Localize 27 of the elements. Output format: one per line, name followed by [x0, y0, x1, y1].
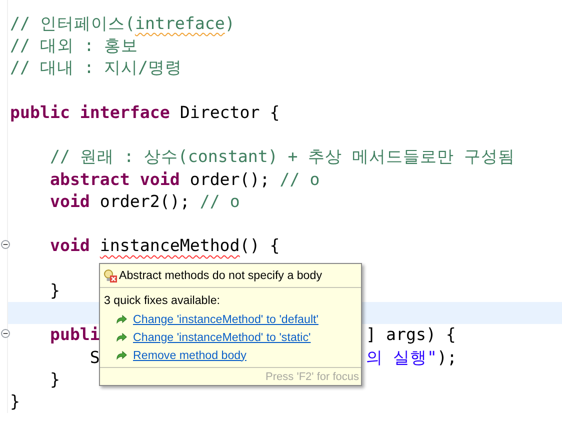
- code-line: 의 실행");: [366, 346, 457, 369]
- code-line: // 인터페이스(intreface): [10, 13, 235, 35]
- fold-toggle-icon[interactable]: [1, 329, 10, 338]
- code-line: }: [10, 390, 20, 413]
- quick-fix-link[interactable]: Remove method body: [133, 348, 246, 362]
- code-line: // 대내 : 지시/명령: [10, 57, 182, 80]
- code-line: // 대외 : 홍보: [10, 35, 138, 58]
- quick-fix-count: 3 quick fixes available:: [104, 293, 221, 309]
- quick-fix-link[interactable]: Change 'instanceMethod' to 'static': [133, 330, 311, 344]
- code-line: // 원래 : 상수(constant) + 추상 메서드들로만 구성됨: [48, 146, 515, 168]
- code-line: }: [48, 280, 60, 302]
- code-line: public interface Director {: [10, 102, 280, 124]
- arrow-icon: [116, 350, 127, 360]
- code-line: }: [48, 368, 60, 391]
- quick-fix-link[interactable]: Change 'instanceMethod' to 'default': [133, 312, 318, 326]
- code-line: void instanceMethod() {: [48, 235, 280, 258]
- problem-message: Abstract methods do not specify a body: [119, 269, 322, 282]
- code-line: ] args) {: [366, 324, 456, 346]
- arrow-icon: [116, 332, 127, 342]
- code-line: void order2(); // o: [48, 190, 240, 213]
- fold-toggle-icon[interactable]: [1, 240, 10, 250]
- arrow-icon: [116, 314, 127, 324]
- code-line: publi: [48, 325, 100, 344]
- lightbulb-error-icon: [103, 268, 117, 282]
- code-line: S: [88, 348, 100, 367]
- focus-hint: Press 'F2' for focus: [266, 370, 359, 382]
- code-line: abstract void order(); // o: [48, 168, 320, 191]
